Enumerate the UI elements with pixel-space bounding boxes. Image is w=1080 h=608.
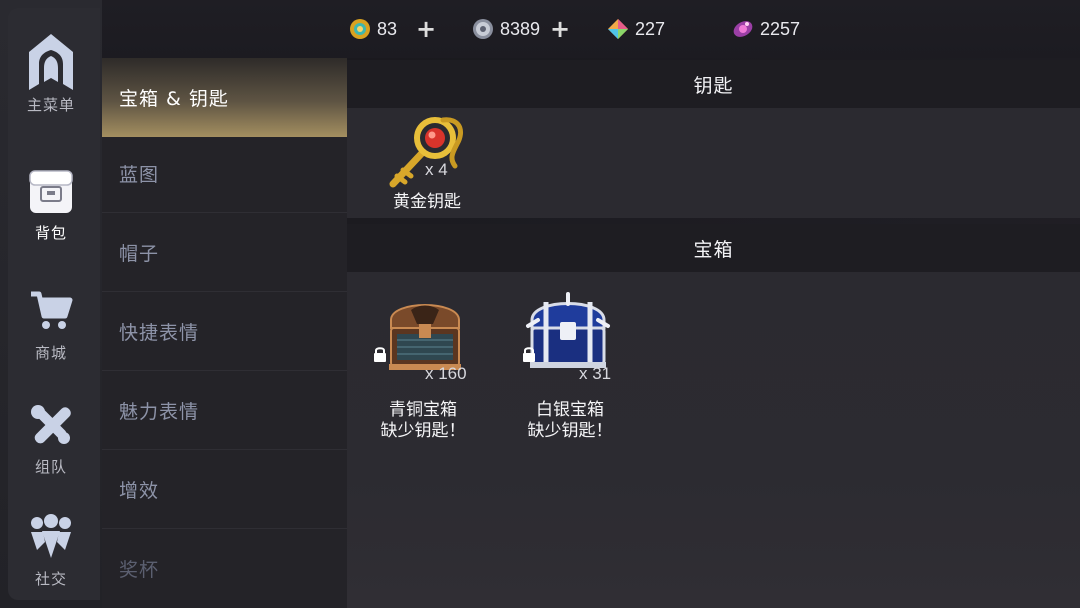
- inventory-content: 钥匙 x 4 黄金钥匙 宝箱 x 160 青铜宝箱 缺少钥匙！ x 31 白银宝…: [347, 58, 1080, 608]
- currency-value: 83: [377, 18, 398, 39]
- people-icon: [24, 510, 78, 564]
- item-golden-key[interactable]: x 4 黄金钥匙: [377, 114, 477, 214]
- chests-section-body: x 160 青铜宝箱 缺少钥匙！ x 31 白银宝箱 缺少钥匙！: [347, 272, 1080, 608]
- silver-chest-icon: [526, 292, 610, 368]
- item-quantity: x 31: [579, 364, 612, 383]
- currency-gem: 227: [607, 16, 665, 42]
- nav-item-team[interactable]: 组队: [0, 398, 102, 502]
- currency-value: 227: [635, 18, 666, 39]
- item-quantity: x 4: [425, 160, 448, 179]
- item-quantity: x 160: [425, 364, 467, 383]
- category-boosts[interactable]: 增效: [102, 450, 347, 529]
- nav-item-backpack[interactable]: 背包: [0, 164, 102, 268]
- silver-gear-coin-icon: [473, 19, 493, 39]
- category-quick-emotes[interactable]: 快捷表情: [102, 292, 347, 371]
- currency-crystal: 2257: [732, 16, 800, 42]
- nav-label: 组队: [34, 458, 67, 476]
- category-label: 魅力表情: [119, 400, 200, 423]
- category-hats[interactable]: 帽子: [102, 213, 347, 292]
- category-charm-emotes[interactable]: 魅力表情: [102, 371, 347, 450]
- item-name: 白银宝箱: [536, 400, 604, 420]
- category-label: 宝箱 & 钥匙: [119, 88, 229, 110]
- crossed-tools-icon: [24, 398, 78, 452]
- add-gold-button[interactable]: +: [414, 14, 438, 44]
- item-silver-chest[interactable]: x 31 白银宝箱 缺少钥匙！: [512, 290, 652, 441]
- lock-icon: [523, 347, 535, 362]
- section-title: 钥匙: [693, 74, 734, 97]
- currency-gold: 83: [349, 16, 397, 42]
- category-list: 宝箱 & 钥匙 蓝图 帽子 快捷表情 魅力表情 增效 奖杯: [102, 58, 347, 608]
- castle-crest-icon: [24, 34, 78, 90]
- section-title: 宝箱: [693, 238, 734, 261]
- category-label: 帽子: [119, 242, 160, 265]
- nav-item-store[interactable]: 商城: [0, 284, 102, 388]
- add-silver-button[interactable]: +: [548, 14, 572, 44]
- backpack-icon: [24, 164, 78, 218]
- item-name: 黄金钥匙: [393, 192, 461, 212]
- lock-icon: [374, 347, 386, 362]
- gold-coin-icon: [350, 19, 370, 39]
- rainbow-gem-icon: [608, 19, 628, 39]
- currency-value: 2257: [760, 18, 801, 39]
- keys-section-header: 钥匙: [347, 60, 1080, 108]
- currency-silver: 8389: [472, 16, 540, 42]
- category-blueprints[interactable]: 蓝图: [102, 134, 347, 213]
- category-label: 奖杯: [119, 559, 160, 581]
- item-name: 青铜宝箱: [389, 400, 457, 420]
- item-status: 缺少钥匙！: [380, 421, 466, 441]
- currency-bar: 83 + 8389 + 227 2257: [102, 0, 1080, 58]
- shopping-cart-icon: [24, 284, 78, 338]
- currency-value: 8389: [500, 18, 541, 39]
- category-label: 蓝图: [119, 163, 160, 186]
- nav-item-main-menu[interactable]: 主菜单: [0, 34, 102, 140]
- nav-label: 主菜单: [26, 96, 75, 114]
- category-trophies[interactable]: 奖杯: [102, 529, 347, 608]
- nav-label: 背包: [34, 224, 67, 242]
- category-chests-keys[interactable]: 宝箱 & 钥匙: [102, 58, 347, 137]
- keys-section-body: x 4 黄金钥匙: [347, 108, 1080, 218]
- main-nav-rail: 主菜单 背包 商城 组队 社交: [0, 0, 102, 608]
- category-label: 快捷表情: [119, 321, 200, 344]
- chests-section-header: 宝箱: [347, 224, 1080, 272]
- nav-label: 商城: [34, 344, 67, 362]
- nav-item-social[interactable]: 社交: [0, 510, 102, 608]
- item-bronze-chest[interactable]: x 160 青铜宝箱 缺少钥匙！: [367, 290, 507, 441]
- category-label: 增效: [119, 479, 160, 502]
- nav-label: 社交: [34, 570, 67, 588]
- item-status: 缺少钥匙！: [527, 421, 613, 441]
- nebula-crystal-icon: [733, 21, 753, 37]
